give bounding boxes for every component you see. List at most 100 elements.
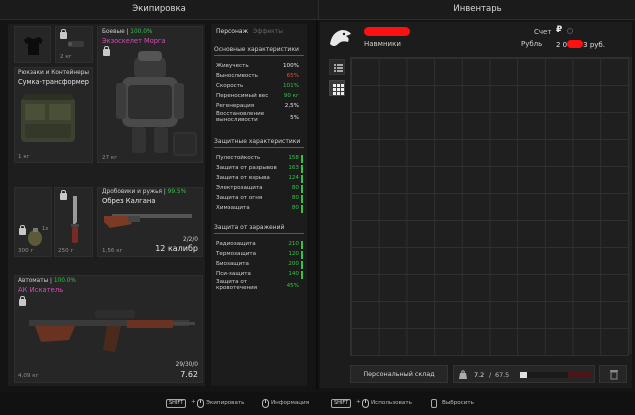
armor-category-line: Боевые | 100.0% [102,29,153,35]
stat-label: Выносливость [216,73,258,79]
personal-storage-label: Персональный склад [363,370,435,378]
plus-sign: + [191,399,196,405]
protective-stats-list: Пулестойкость 158 Защита от разрывов 163 З… [213,154,305,218]
backpack-name: Сумка-трансформер [18,78,89,86]
trash-icon [610,370,618,380]
stat-value: 5% [290,115,299,121]
stat-value: 100% [283,63,299,69]
weight-separator: / [489,371,492,379]
shotgun-caliber: 12 калибр [155,244,198,253]
shotgun-name: Обрез Калгана [102,197,156,205]
knife-slot[interactable]: 250 г [54,187,93,257]
stat-value: 120 [288,251,299,257]
plus-sign: + [356,399,361,405]
stat-row: Защита от огня 80 [213,194,305,204]
player-info: Навмники Счет Рубль ₽ 2 0 3 руб. [324,24,628,54]
rifle-category: Автоматы [18,278,49,284]
stat-label: Регенерация [216,103,255,109]
player-rank: Навмники [364,40,401,48]
stat-label: Переносимый вес [216,93,269,99]
backpack-icon [21,94,75,142]
hint-equip: Экипировать [206,400,245,406]
ruble-icon: ₽ [556,25,563,35]
grid-view-button[interactable] [329,80,345,96]
shotgun-ammo: 2/2/0 [183,237,198,243]
infection-stats-list: Радиозащита 210 Термозащита 120 Биозащита 2… [213,240,305,300]
stat-value: 90 кг [283,93,299,99]
weight-meter [520,372,592,378]
grid-icon [333,84,344,95]
weight-max: 67.5 [495,371,510,379]
personal-storage-button[interactable]: Персональный склад [350,365,448,383]
armor-weight: 27 кг [102,155,118,161]
section-basic-title: Основные характеристики [214,46,299,53]
inventory-grid[interactable] [350,57,629,356]
rifle-durability: 100.0% [53,278,76,284]
inventory-title: Инвентарь [453,4,502,14]
money-display: 2 0 3 руб. [556,40,605,49]
stat-value: 140 [288,271,299,277]
weight-current: 7.2 [474,371,485,379]
device-slot[interactable]: 2 кг [55,26,93,63]
stat-label: Скорость [216,83,244,89]
shotgun-slot[interactable]: Дробовики и ружья | 99.5% Обрез Калгана … [97,187,203,257]
stat-bar [301,195,303,203]
stat-label: Биозащита [216,261,249,267]
stat-row: Термозащита 120 [213,250,305,260]
assault-rifle-icon [29,310,195,352]
list-icon [334,64,343,72]
trash-button[interactable] [599,365,627,383]
list-view-button[interactable] [329,59,345,75]
stat-bar [301,185,303,193]
stat-label: Химзащита [216,205,250,211]
stat-value: 45% [286,283,299,289]
stat-row: Живучесть 100% [213,62,305,72]
stat-label: Защита от кровотечения [216,279,258,291]
stat-value: 2,5% [284,103,299,109]
drop-key [431,399,437,408]
stat-bar [301,251,303,259]
stat-label: Электрозащита [216,185,263,191]
hint-drop: Выбросить [442,400,474,406]
shirt-slot[interactable] [14,26,51,63]
stat-row: Защита от кровотечения 45% [213,279,305,292]
tab-character[interactable]: Персонаж [216,28,248,35]
hint-use: Использовать [371,400,412,406]
stat-value: 101% [283,83,299,89]
grenade-weight: 300 г [18,248,34,254]
stat-bar [301,155,303,163]
stat-row: Выносливость 65% [213,72,305,82]
stat-label: Радиозащита [216,241,256,247]
backpack-slot[interactable]: Рюкзаки и Контейнеры Сумка-трансформер 1… [14,67,93,163]
shotgun-durability: 99.5% [167,189,187,195]
info-circle-icon[interactable] [567,28,573,34]
stat-row: Скорость 101% [213,82,305,92]
armor-slot[interactable]: Боевые | 100.0% Экзоскелет Морга 27 кг [97,26,203,163]
shotgun-category-line: Дробовики и ружья | 99.5% [102,189,187,195]
shotgun-category: Дробовики и ружья [102,189,163,195]
hint-info: Информация [271,400,310,406]
mouse-icon [197,399,204,408]
stat-value: 163 [288,165,299,171]
tab-effects[interactable]: Эффекты [253,28,283,35]
inventory-scrollbar[interactable] [629,57,632,354]
rifle-slot[interactable]: Автоматы | 100.0% АК Искатель 29/30/0 7.… [14,275,203,383]
tshirt-icon [24,37,43,55]
stat-value: 65% [286,73,299,79]
stat-value: 80 [291,185,299,191]
stat-row: Переносимый вес 90 кг [213,92,305,102]
stat-label: Термозащита [216,251,257,257]
money-prefix: 2 0 [556,41,568,49]
item-weight: 2 кг [60,54,72,60]
section-basic: Основные характеристики [214,46,304,56]
grenade-slot[interactable]: 1x 300 г [14,187,52,257]
stat-label: Восстановление выносливости [216,111,265,123]
stat-value: 158 [288,155,299,161]
mouse-icon [362,399,369,408]
stat-row: Защита от взрыва 124 [213,174,305,184]
stat-label: Защита от взрыва [216,175,270,181]
stat-row: Химзащита 80 [213,204,305,214]
stat-row: Радиозащита 210 [213,240,305,250]
stats-panel: Персонаж Эффекты Основные характеристики… [211,24,307,386]
weight-bar: 7.2 / 67.5 [453,365,595,383]
